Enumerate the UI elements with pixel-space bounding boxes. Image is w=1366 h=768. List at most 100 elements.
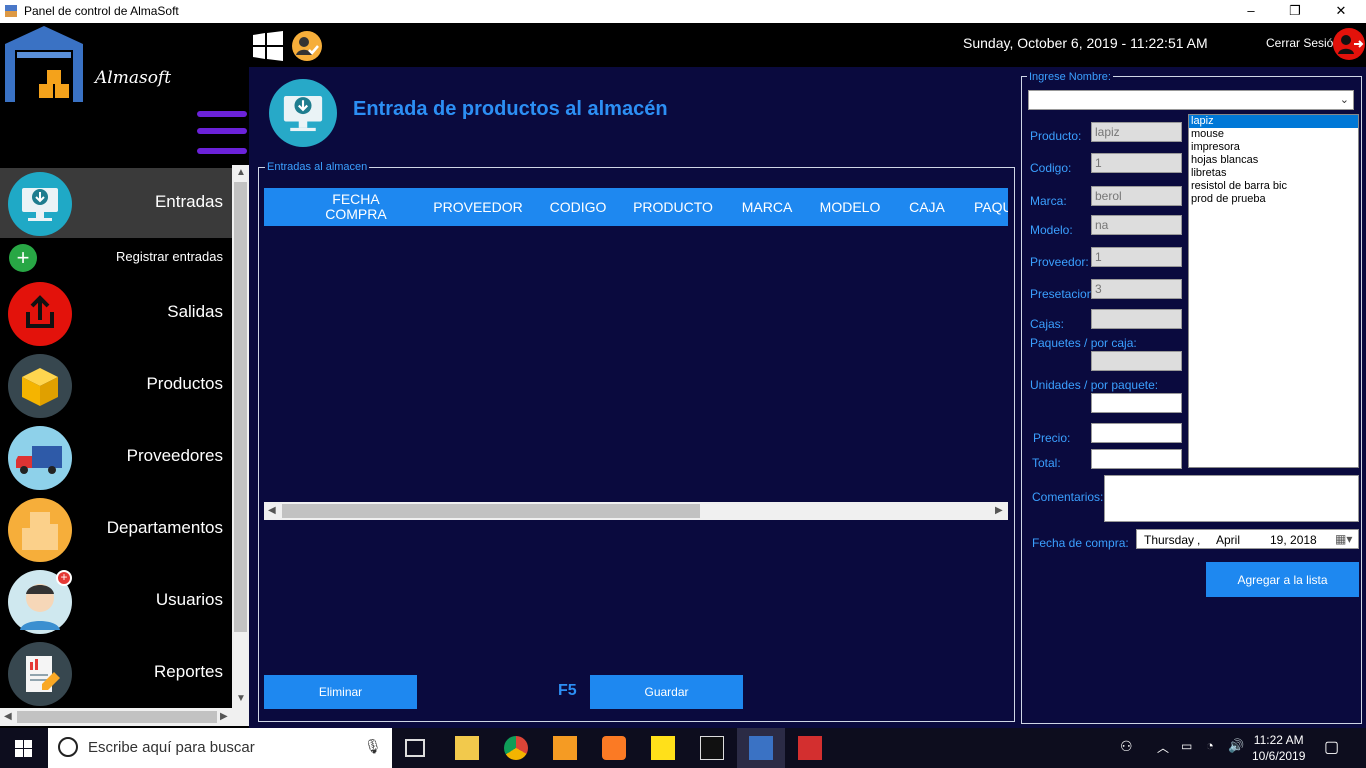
- sticky-notes-icon[interactable]: [651, 736, 675, 760]
- column-header[interactable]: MODELO: [812, 188, 888, 226]
- fecha-datepicker[interactable]: Thursday , April 19, 2018 ▦▾: [1136, 529, 1359, 549]
- taskbar-search[interactable]: Escribe aquí para buscar 🎙: [48, 728, 392, 768]
- scroll-left-icon[interactable]: ◀: [268, 505, 276, 516]
- hamburger-menu-icon[interactable]: [197, 148, 247, 154]
- terminal-icon[interactable]: [700, 736, 724, 760]
- window-title: Panel de control de AlmaSoft: [24, 4, 179, 18]
- proveedor-field[interactable]: 1: [1091, 247, 1182, 267]
- scrollbar-thumb[interactable]: [234, 182, 247, 632]
- scroll-down-icon[interactable]: ▼: [236, 693, 246, 704]
- codigo-field[interactable]: 1: [1091, 153, 1182, 173]
- column-header[interactable]: PROVEEDOR: [426, 188, 530, 226]
- scrollbar-thumb[interactable]: [17, 711, 217, 723]
- column-header[interactable]: PRODUCTO: [626, 188, 720, 226]
- chevron-up-icon[interactable]: ︿: [1157, 739, 1169, 756]
- xampp-icon[interactable]: [602, 736, 626, 760]
- file-explorer-icon[interactable]: [455, 736, 479, 760]
- column-header[interactable]: CAJA: [900, 188, 954, 226]
- unidades-field[interactable]: [1091, 393, 1182, 413]
- truck-icon: [8, 426, 72, 490]
- paquetes-field[interactable]: [1091, 351, 1182, 371]
- chrome-icon[interactable]: [504, 736, 528, 760]
- windows-start-icon[interactable]: [15, 740, 32, 757]
- listbox-item[interactable]: libretas: [1189, 167, 1358, 180]
- scroll-right-icon[interactable]: ▶: [220, 711, 228, 722]
- fecha-label: Fecha de compra:: [1032, 536, 1129, 550]
- column-header[interactable]: CODIGO: [542, 188, 614, 226]
- clock-date: 10/6/2019: [1252, 749, 1306, 763]
- people-icon[interactable]: ⚇: [1120, 738, 1133, 755]
- save-button[interactable]: Guardar: [590, 675, 743, 709]
- comentarios-field[interactable]: [1104, 475, 1359, 522]
- form-group-label: Ingrese Nombre:: [1027, 71, 1113, 83]
- presentacion-field[interactable]: 3: [1091, 279, 1182, 299]
- nav-item-productos[interactable]: Productos: [0, 350, 232, 420]
- nav-item-proveedores[interactable]: Proveedores: [0, 422, 232, 492]
- producto-field[interactable]: lapiz: [1091, 122, 1182, 142]
- minimize-button[interactable]: –: [1228, 0, 1274, 23]
- sidebar-vertical-scrollbar[interactable]: ▲ ▼: [232, 165, 249, 708]
- maximize-button[interactable]: ❐: [1272, 0, 1318, 23]
- listbox-item[interactable]: prod de prueba: [1189, 193, 1358, 206]
- nav-item-entradas[interactable]: Entradas: [0, 168, 232, 238]
- add-to-list-button[interactable]: Agregar a la lista: [1206, 562, 1359, 597]
- main-panel: Entrada de productos al almacén Entradas…: [249, 67, 1366, 728]
- nav-item-salidas[interactable]: Salidas: [0, 278, 232, 348]
- nav-item-usuarios[interactable]: + Usuarios: [0, 566, 232, 636]
- total-field[interactable]: [1091, 449, 1182, 469]
- microphone-icon[interactable]: 🎙: [364, 738, 382, 755]
- name-dropdown[interactable]: ⌄: [1028, 90, 1354, 110]
- logout-label[interactable]: Cerrar Sesión: [1266, 36, 1340, 50]
- nav-subitem-registrar-entradas[interactable]: + Registrar entradas: [0, 240, 232, 272]
- chevron-down-icon[interactable]: ⌄: [1340, 93, 1349, 106]
- scrollbar-thumb[interactable]: [282, 504, 700, 518]
- nav-item-reportes[interactable]: Reportes: [0, 638, 232, 708]
- logout-icon[interactable]: [1333, 28, 1365, 60]
- close-button[interactable]: ✕: [1318, 0, 1364, 23]
- task-view-icon[interactable]: [405, 739, 425, 757]
- building-icon: [8, 498, 72, 562]
- user-check-icon[interactable]: [292, 31, 322, 61]
- grid-horizontal-scrollbar[interactable]: ◀ ▶: [264, 502, 1008, 520]
- battery-icon[interactable]: ▭: [1181, 739, 1192, 753]
- scroll-right-icon[interactable]: ▶: [995, 505, 1003, 516]
- volume-icon[interactable]: 🔊: [1228, 738, 1244, 754]
- delete-button[interactable]: Eliminar: [264, 675, 417, 709]
- acrobat-icon[interactable]: [798, 736, 822, 760]
- listbox-item[interactable]: resistol de barra bic: [1189, 180, 1358, 193]
- cajas-field[interactable]: [1091, 309, 1182, 329]
- precio-field[interactable]: [1091, 423, 1182, 443]
- column-header[interactable]: FECHA COMPRA: [316, 188, 396, 226]
- listbox-item[interactable]: impresora: [1189, 141, 1358, 154]
- download-monitor-icon: [269, 79, 337, 147]
- entries-grid-header: FECHA COMPRA PROVEEDOR CODIGO PRODUCTO M…: [264, 188, 1008, 226]
- report-icon: [8, 642, 72, 706]
- add-badge-icon: +: [56, 570, 72, 586]
- hamburger-menu-icon[interactable]: [197, 128, 247, 134]
- windows-icon[interactable]: [253, 31, 283, 61]
- sublime-text-icon[interactable]: [553, 736, 577, 760]
- product-listbox[interactable]: lapiz mouse impresora hojas blancas libretas…: [1188, 114, 1359, 468]
- comentarios-label: Comentarios:: [1032, 490, 1104, 504]
- listbox-item[interactable]: lapiz: [1189, 115, 1358, 128]
- nav-item-departamentos[interactable]: Departamentos: [0, 494, 232, 564]
- taskbar-clock[interactable]: 11:22 AM 10/6/2019: [1252, 732, 1305, 764]
- sidebar-horizontal-scrollbar[interactable]: ◀ ▶: [0, 708, 249, 726]
- listbox-item[interactable]: mouse: [1189, 128, 1358, 141]
- clock-time: 11:22 AM: [1253, 733, 1304, 747]
- scroll-left-icon[interactable]: ◀: [4, 711, 12, 722]
- listbox-item[interactable]: hojas blancas: [1189, 154, 1358, 167]
- active-app-highlight[interactable]: [737, 728, 785, 768]
- column-header[interactable]: MARCA: [734, 188, 800, 226]
- hamburger-menu-icon[interactable]: [197, 111, 247, 117]
- scroll-up-icon[interactable]: ▲: [236, 167, 246, 178]
- column-header[interactable]: PAQU: [966, 188, 1008, 226]
- upload-icon: [8, 282, 72, 346]
- notifications-icon[interactable]: ▢: [1324, 737, 1339, 757]
- marca-field[interactable]: berol: [1091, 186, 1182, 206]
- entries-grid-body[interactable]: [264, 226, 1008, 502]
- wifi-icon[interactable]: ◔: [1206, 738, 1214, 753]
- modelo-field[interactable]: na: [1091, 215, 1182, 235]
- calendar-icon[interactable]: ▦▾: [1335, 532, 1352, 546]
- almasoft-app-icon: [749, 736, 773, 760]
